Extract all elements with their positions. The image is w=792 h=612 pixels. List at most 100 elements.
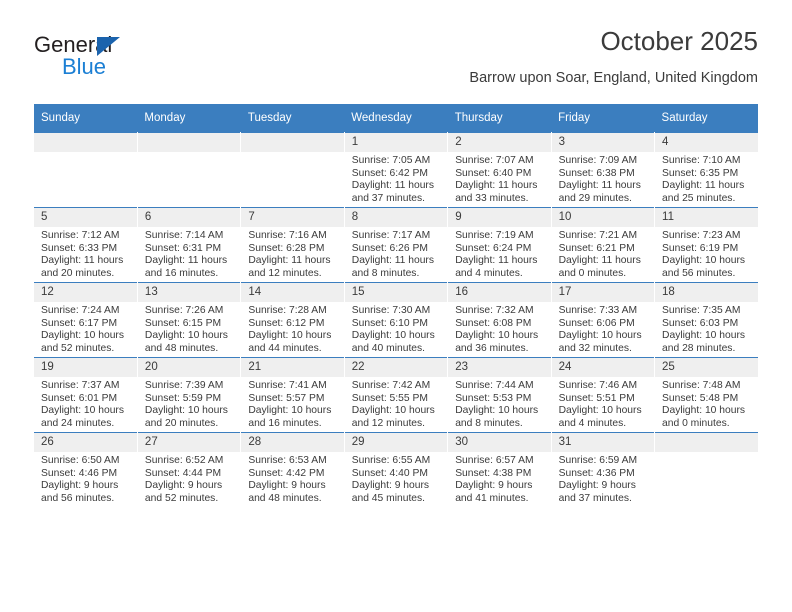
calendar-day-cell[interactable]: 1 Sunrise: 7:05 AM Sunset: 6:42 PM Daylight… [344, 132, 449, 208]
day-detail-line: Daylight: 10 hours [455, 330, 539, 342]
day-detail-line: Daylight: 10 hours [248, 405, 332, 417]
calendar-day-cell[interactable]: 22 Sunrise: 7:42 AM Sunset: 5:55 PM Dayligh… [344, 357, 449, 433]
day-detail-line: Sunset: 4:40 PM [351, 467, 428, 479]
day-detail-line: Daylight: 11 hours [41, 255, 124, 267]
day-number: 9 [448, 208, 551, 227]
day-detail-line: Daylight: 10 hours [351, 330, 435, 342]
day-number: 15 [344, 283, 448, 302]
calendar-day-cell[interactable]: 29 Sunrise: 6:55 AM Sunset: 4:40 PM Dayligh… [344, 432, 449, 507]
calendar-day-cell[interactable]: 2 Sunrise: 7:07 AM Sunset: 6:40 PM Daylight… [447, 132, 552, 208]
day-detail-line: Sunrise: 6:50 AM [41, 455, 120, 466]
day-number [137, 133, 241, 152]
day-number: 19 [34, 358, 137, 377]
day-detail-line: Sunrise: 7:44 AM [455, 380, 534, 391]
calendar-day-cell[interactable]: 11 Sunrise: 7:23 AM Sunset: 6:19 PM Dayligh… [654, 207, 758, 283]
day-detail-line: and 0 minutes. [662, 417, 730, 429]
day-detail-line: Sunrise: 7:28 AM [248, 305, 327, 316]
calendar-day-cell[interactable]: 6 Sunrise: 7:14 AM Sunset: 6:31 PM Daylight… [137, 207, 242, 283]
day-detail-line: Sunset: 6:01 PM [41, 392, 118, 404]
general-blue-logo: General Blue [34, 32, 234, 88]
day-number: 28 [241, 433, 344, 452]
day-number: 23 [448, 358, 551, 377]
day-detail-line: Sunset: 5:55 PM [351, 392, 428, 404]
day-detail-line: and 41 minutes. [455, 492, 529, 504]
day-detail-line: Sunset: 4:36 PM [558, 467, 635, 479]
calendar-day-cell[interactable]: 23 Sunrise: 7:44 AM Sunset: 5:53 PM Dayligh… [447, 357, 552, 433]
calendar-day-cell[interactable]: 31 Sunrise: 6:59 AM Sunset: 4:36 PM Dayligh… [551, 432, 656, 507]
calendar-day-cell[interactable]: 30 Sunrise: 6:57 AM Sunset: 4:38 PM Dayligh… [447, 432, 552, 507]
calendar-day-cell[interactable]: 16 Sunrise: 7:32 AM Sunset: 6:08 PM Dayligh… [447, 282, 552, 358]
day-number: 7 [241, 208, 344, 227]
day-detail-line: and 0 minutes. [558, 267, 627, 279]
sunrise-sunset-calendar: Sunday Monday Tuesday Wednesday Thursday… [34, 104, 758, 507]
day-details: Sunrise: 7:12 AM Sunset: 6:33 PM Daylight:… [34, 227, 137, 280]
day-details: Sunrise: 7:10 AM Sunset: 6:35 PM Daylight:… [655, 152, 758, 205]
day-details: Sunrise: 7:32 AM Sunset: 6:08 PM Daylight:… [448, 302, 550, 355]
day-detail-line: Sunrise: 7:07 AM [455, 155, 534, 166]
calendar-day-cell[interactable]: 15 Sunrise: 7:30 AM Sunset: 6:10 PM Dayligh… [344, 282, 449, 358]
calendar-day-cell[interactable]: 28 Sunrise: 6:53 AM Sunset: 4:42 PM Dayligh… [240, 432, 345, 507]
day-number: 5 [34, 208, 137, 227]
day-detail-line: and 37 minutes. [558, 492, 632, 504]
day-details: Sunrise: 6:50 AM Sunset: 4:46 PM Daylight:… [34, 452, 137, 505]
calendar-day-cell[interactable]: 19 Sunrise: 7:37 AM Sunset: 6:01 PM Dayligh… [34, 357, 138, 433]
day-number: 1 [344, 133, 448, 152]
day-number: 2 [448, 133, 551, 152]
page-title: October 2025 [600, 26, 758, 56]
day-number: 17 [551, 283, 655, 302]
day-number: 3 [551, 133, 655, 152]
calendar-day-cell[interactable]: 10 Sunrise: 7:21 AM Sunset: 6:21 PM Dayligh… [551, 207, 656, 283]
day-details: Sunrise: 7:05 AM Sunset: 6:42 PM Daylight:… [345, 152, 447, 205]
day-details: Sunrise: 7:26 AM Sunset: 6:15 PM Daylight:… [138, 302, 240, 355]
calendar-day-cell[interactable]: 9 Sunrise: 7:19 AM Sunset: 6:24 PM Daylight… [447, 207, 552, 283]
calendar-day-cell[interactable]: 8 Sunrise: 7:17 AM Sunset: 6:26 PM Daylight… [344, 207, 449, 283]
day-detail-line: Sunrise: 6:52 AM [144, 455, 224, 466]
day-detail-line: Sunset: 5:53 PM [455, 392, 532, 404]
day-detail-line: Daylight: 10 hours [455, 405, 539, 417]
day-number: 18 [655, 283, 758, 302]
day-detail-line: and 36 minutes. [455, 342, 529, 354]
day-number: 27 [137, 433, 241, 452]
day-detail-line: Sunset: 6:38 PM [558, 167, 635, 179]
day-detail-line: Daylight: 11 hours [455, 255, 538, 267]
calendar-day-cell[interactable]: 5 Sunrise: 7:12 AM Sunset: 6:33 PM Daylight… [34, 207, 138, 283]
day-detail-line: and 4 minutes. [455, 267, 523, 279]
calendar-day-cell[interactable]: 17 Sunrise: 7:33 AM Sunset: 6:06 PM Dayligh… [551, 282, 656, 358]
day-details: Sunrise: 7:24 AM Sunset: 6:17 PM Daylight:… [34, 302, 137, 355]
day-detail-line: Sunrise: 7:23 AM [662, 230, 741, 241]
calendar-day-cell[interactable]: 24 Sunrise: 7:46 AM Sunset: 5:51 PM Dayligh… [551, 357, 656, 433]
day-detail-line: Sunset: 6:28 PM [248, 242, 325, 254]
calendar-day-cell[interactable]: 13 Sunrise: 7:26 AM Sunset: 6:15 PM Dayligh… [137, 282, 242, 358]
day-details: Sunrise: 7:16 AM Sunset: 6:28 PM Daylight:… [241, 227, 343, 280]
calendar-week-row: 5 Sunrise: 7:12 AM Sunset: 6:33 PM Daylight… [34, 207, 758, 283]
day-detail-line: Daylight: 10 hours [662, 330, 746, 342]
calendar-empty-cell [137, 132, 242, 208]
day-details: Sunrise: 7:42 AM Sunset: 5:55 PM Daylight:… [345, 377, 447, 430]
calendar-day-cell[interactable]: 4 Sunrise: 7:10 AM Sunset: 6:35 PM Daylight… [654, 132, 758, 208]
calendar-day-cell[interactable]: 27 Sunrise: 6:52 AM Sunset: 4:44 PM Dayligh… [137, 432, 242, 507]
day-detail-line: Sunset: 5:51 PM [558, 392, 635, 404]
day-detail-line: Daylight: 11 hours [248, 255, 331, 267]
day-detail-line: Sunrise: 7:05 AM [351, 155, 431, 166]
day-number: 29 [344, 433, 448, 452]
logo-word-blue: Blue [62, 54, 107, 79]
calendar-day-cell[interactable]: 20 Sunrise: 7:39 AM Sunset: 5:59 PM Dayligh… [137, 357, 242, 433]
day-number: 26 [34, 433, 137, 452]
calendar-day-cell[interactable]: 21 Sunrise: 7:41 AM Sunset: 5:57 PM Dayligh… [240, 357, 345, 433]
day-detail-line: Sunrise: 7:37 AM [41, 380, 120, 391]
calendar-day-cell[interactable]: 14 Sunrise: 7:28 AM Sunset: 6:12 PM Dayligh… [240, 282, 345, 358]
day-detail-line: Sunrise: 6:55 AM [351, 455, 431, 466]
calendar-day-cell[interactable]: 18 Sunrise: 7:35 AM Sunset: 6:03 PM Dayligh… [654, 282, 758, 358]
calendar-day-cell[interactable]: 3 Sunrise: 7:09 AM Sunset: 6:38 PM Daylight… [551, 132, 656, 208]
calendar-day-cell[interactable]: 7 Sunrise: 7:16 AM Sunset: 6:28 PM Daylight… [240, 207, 345, 283]
day-details: Sunrise: 7:07 AM Sunset: 6:40 PM Daylight:… [448, 152, 550, 205]
day-detail-line: Sunset: 6:21 PM [558, 242, 635, 254]
calendar-day-cell[interactable]: 12 Sunrise: 7:24 AM Sunset: 6:17 PM Dayligh… [34, 282, 138, 358]
day-detail-line: Daylight: 11 hours [455, 180, 538, 192]
day-detail-line: and 48 minutes. [144, 342, 219, 354]
calendar-day-cell[interactable]: 26 Sunrise: 6:50 AM Sunset: 4:46 PM Dayligh… [34, 432, 138, 507]
calendar-day-cell[interactable]: 25 Sunrise: 7:48 AM Sunset: 5:48 PM Dayligh… [654, 357, 758, 433]
weekday-header-friday: Friday [551, 104, 655, 133]
day-detail-line: and 56 minutes. [41, 492, 115, 504]
day-detail-line: Daylight: 9 hours [41, 480, 119, 492]
